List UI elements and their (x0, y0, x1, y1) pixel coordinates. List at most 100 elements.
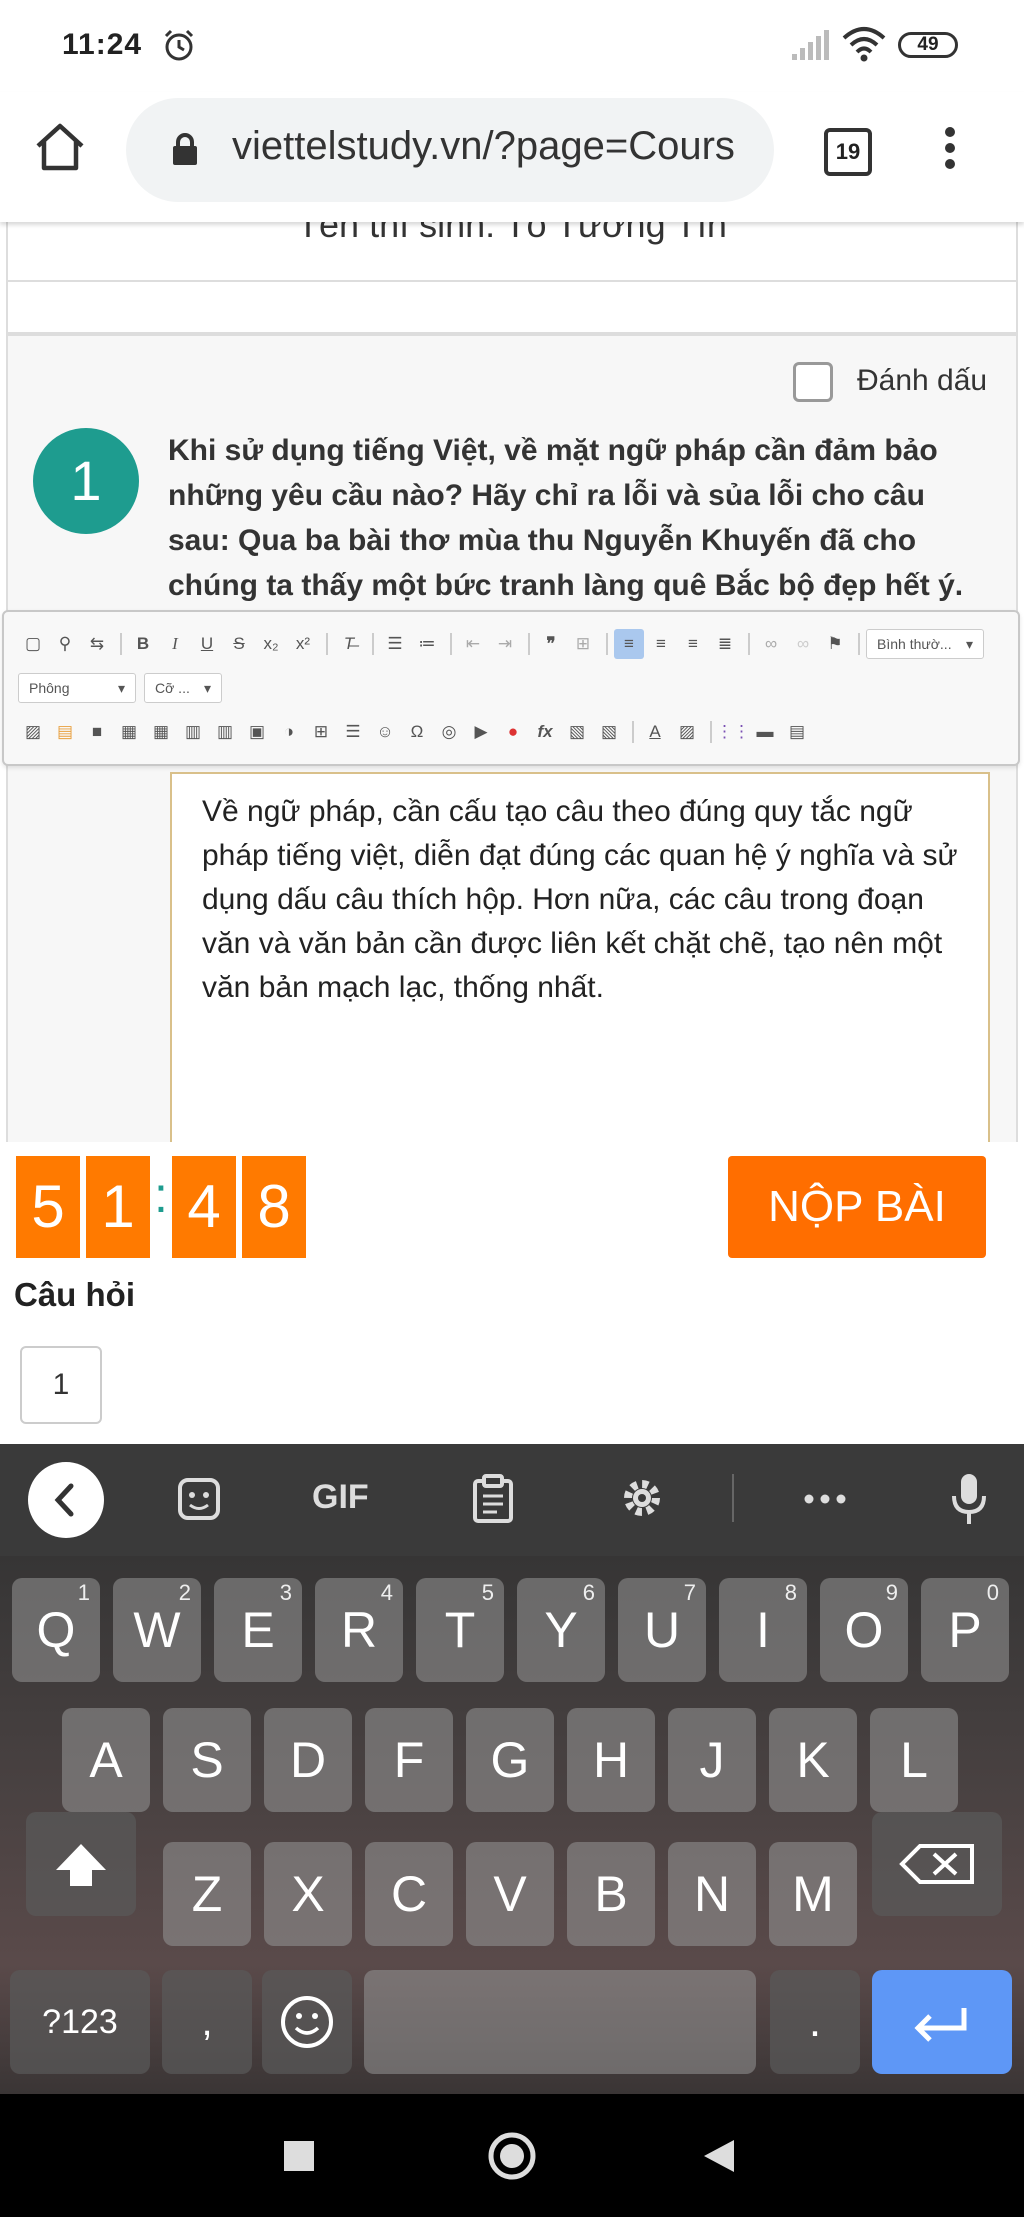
superscript-icon[interactable]: x² (288, 629, 318, 659)
link-icon[interactable]: ∞ (756, 629, 786, 659)
unlink-icon[interactable]: ∞ (788, 629, 818, 659)
key-s[interactable]: S (163, 1708, 251, 1812)
key-x[interactable]: X (264, 1842, 352, 1946)
youtube-icon[interactable]: ▶ (466, 717, 496, 747)
key-l[interactable]: L (870, 1708, 958, 1812)
special-char-icon[interactable]: Ω (402, 717, 432, 747)
key-c[interactable]: C (365, 1842, 453, 1946)
underline-icon[interactable]: U (192, 629, 222, 659)
keyboard-icon[interactable]: ▬ (750, 717, 780, 747)
space-key[interactable] (364, 1970, 756, 2074)
submit-button[interactable]: NỘP BÀI (728, 1156, 986, 1258)
tab-switcher-button[interactable]: 19 (824, 128, 872, 176)
backspace-key[interactable] (872, 1812, 1002, 1916)
font-select[interactable]: Phông ▾ (18, 673, 136, 703)
answer-text[interactable]: Về ngữ pháp, cần cấu tạo câu theo đúng q… (202, 790, 962, 1010)
iframe-icon[interactable]: ◑ (274, 717, 304, 747)
layout-icon[interactable]: ▦ (114, 717, 144, 747)
italic-icon[interactable]: I (160, 629, 190, 659)
key-y[interactable]: Y6 (517, 1578, 605, 1682)
div-icon[interactable]: ⊞ (568, 629, 598, 659)
mark-label[interactable]: Đánh dấu (857, 364, 987, 398)
key-r[interactable]: R4 (315, 1578, 403, 1682)
clipboard-icon[interactable] (472, 1474, 514, 1533)
image-icon[interactable]: ▨ (18, 717, 48, 747)
key-f[interactable]: F (365, 1708, 453, 1812)
remove-format-icon[interactable]: T̶ (334, 629, 364, 659)
grid-icon[interactable]: ⋮⋮ (716, 717, 750, 747)
bold-icon[interactable]: B (128, 629, 158, 659)
key-i[interactable]: I8 (719, 1578, 807, 1682)
question-nav-item[interactable]: 1 (20, 1346, 102, 1424)
period-key[interactable]: . (770, 1970, 860, 2074)
anchor-flag-icon[interactable]: ⚑ (820, 629, 850, 659)
back-nav-icon[interactable] (702, 2138, 736, 2174)
gif-button[interactable]: GIF (312, 1478, 369, 1517)
subscript-icon[interactable]: x₂ (256, 629, 286, 659)
url-text[interactable]: viettelstudy.vn/?page=Cours (232, 124, 752, 169)
key-n[interactable]: N (668, 1842, 756, 1946)
find-icon[interactable]: ⚲ (50, 629, 80, 659)
settings-gear-icon[interactable] (618, 1474, 666, 1531)
key-k[interactable]: K (769, 1708, 857, 1812)
source-icon[interactable]: ▢ (18, 629, 48, 659)
recents-icon[interactable] (284, 2141, 314, 2171)
format-select[interactable]: Bình thườ... ▾ (866, 629, 984, 659)
flash-icon[interactable]: ▤ (50, 717, 80, 747)
enter-key[interactable] (872, 1970, 1012, 2074)
align-justify-icon[interactable]: ≣ (710, 629, 740, 659)
key-d[interactable]: D (264, 1708, 352, 1812)
symbols-key[interactable]: ?123 (10, 1970, 150, 2074)
align-center-icon[interactable]: ≡ (646, 629, 676, 659)
image-edit-icon[interactable]: ▧ (594, 717, 624, 747)
shift-key[interactable] (26, 1812, 136, 1916)
key-g[interactable]: G (466, 1708, 554, 1812)
emoji-key[interactable] (262, 1970, 352, 2074)
key-h[interactable]: H (567, 1708, 655, 1812)
formula-icon[interactable]: fx (530, 717, 560, 747)
home-icon[interactable] (34, 122, 86, 172)
keyboard-back-button[interactable] (28, 1462, 104, 1538)
more-options-icon[interactable] (800, 1474, 850, 1533)
numbered-list-icon[interactable]: ☰ (380, 629, 410, 659)
size-select[interactable]: Cỡ ... ▾ (144, 673, 222, 703)
layout-2-icon[interactable]: ▦ (146, 717, 176, 747)
key-e[interactable]: E3 (214, 1578, 302, 1682)
microphone-icon[interactable] (950, 1472, 988, 1535)
key-p[interactable]: P0 (921, 1578, 1009, 1682)
outdent-icon[interactable]: ⇤ (458, 629, 488, 659)
key-u[interactable]: U7 (618, 1578, 706, 1682)
key-t[interactable]: T5 (416, 1578, 504, 1682)
key-o[interactable]: O9 (820, 1578, 908, 1682)
columns-icon[interactable]: ▥ (178, 717, 208, 747)
key-b[interactable]: B (567, 1842, 655, 1946)
sticker-icon[interactable] (176, 1476, 222, 1531)
key-v[interactable]: V (466, 1842, 554, 1946)
blockquote-icon[interactable]: ❞ (536, 629, 566, 659)
background-color-icon[interactable]: ▨ (672, 717, 702, 747)
mark-checkbox[interactable] (793, 362, 833, 402)
columns-2-icon[interactable]: ▥ (210, 717, 240, 747)
align-right-icon[interactable]: ≡ (678, 629, 708, 659)
key-a[interactable]: A (62, 1708, 150, 1812)
key-j[interactable]: J (668, 1708, 756, 1812)
indent-icon[interactable]: ⇥ (490, 629, 520, 659)
key-q[interactable]: Q1 (12, 1578, 100, 1682)
key-z[interactable]: Z (163, 1842, 251, 1946)
comma-key[interactable]: , (162, 1970, 252, 2074)
horizontal-rule-icon[interactable]: ☰ (338, 717, 368, 747)
strikethrough-icon[interactable]: S (224, 629, 254, 659)
align-left-icon[interactable]: ≡ (614, 629, 644, 659)
video-icon[interactable]: ■ (82, 717, 112, 747)
text-color-icon[interactable]: A (640, 717, 670, 747)
home-nav-icon[interactable] (486, 2130, 538, 2182)
bulleted-list-icon[interactable]: ≔ (412, 629, 442, 659)
table-icon[interactable]: ⊞ (306, 717, 336, 747)
overflow-menu-icon[interactable] (942, 124, 958, 172)
media-icon[interactable]: ▣ (242, 717, 272, 747)
key-w[interactable]: W2 (113, 1578, 201, 1682)
key-m[interactable]: M (769, 1842, 857, 1946)
record-icon[interactable]: ● (498, 717, 528, 747)
replace-icon[interactable]: ⇆ (82, 629, 112, 659)
template-icon[interactable]: ▤ (782, 717, 812, 747)
